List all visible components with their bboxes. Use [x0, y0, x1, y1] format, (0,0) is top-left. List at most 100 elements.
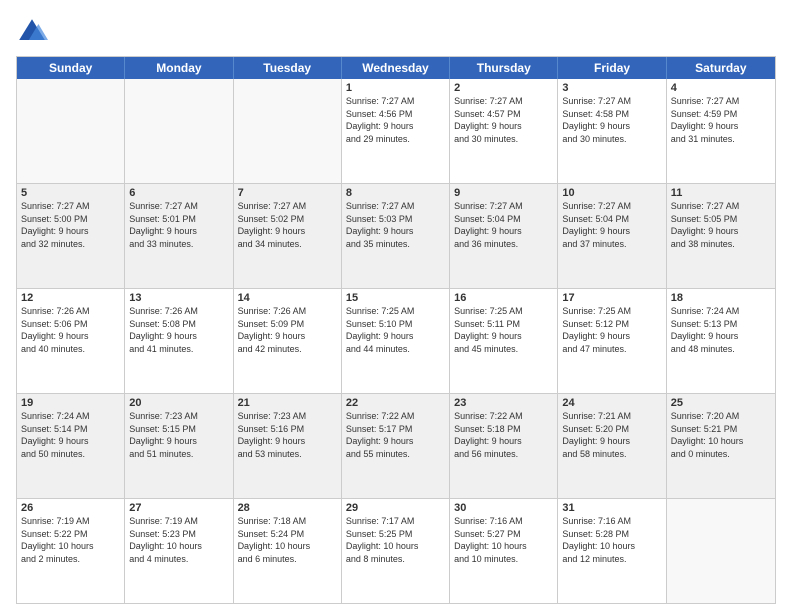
- calendar-cell: 3Sunrise: 7:27 AMSunset: 4:58 PMDaylight…: [558, 79, 666, 183]
- day-number: 7: [238, 187, 337, 199]
- cell-info: Sunrise: 7:23 AMSunset: 5:15 PMDaylight:…: [129, 410, 228, 460]
- calendar-row: 1Sunrise: 7:27 AMSunset: 4:56 PMDaylight…: [17, 79, 775, 183]
- cell-info: Sunrise: 7:27 AMSunset: 4:57 PMDaylight:…: [454, 95, 553, 145]
- cell-info: Sunrise: 7:26 AMSunset: 5:09 PMDaylight:…: [238, 305, 337, 355]
- calendar-cell: 22Sunrise: 7:22 AMSunset: 5:17 PMDayligh…: [342, 394, 450, 498]
- calendar-cell: 20Sunrise: 7:23 AMSunset: 5:15 PMDayligh…: [125, 394, 233, 498]
- cell-info: Sunrise: 7:25 AMSunset: 5:11 PMDaylight:…: [454, 305, 553, 355]
- calendar-cell: 19Sunrise: 7:24 AMSunset: 5:14 PMDayligh…: [17, 394, 125, 498]
- cell-info: Sunrise: 7:27 AMSunset: 5:01 PMDaylight:…: [129, 200, 228, 250]
- cell-info: Sunrise: 7:27 AMSunset: 4:56 PMDaylight:…: [346, 95, 445, 145]
- calendar-cell: 4Sunrise: 7:27 AMSunset: 4:59 PMDaylight…: [667, 79, 775, 183]
- day-number: 10: [562, 187, 661, 199]
- calendar-row: 19Sunrise: 7:24 AMSunset: 5:14 PMDayligh…: [17, 393, 775, 498]
- cell-info: Sunrise: 7:25 AMSunset: 5:12 PMDaylight:…: [562, 305, 661, 355]
- calendar-row: 5Sunrise: 7:27 AMSunset: 5:00 PMDaylight…: [17, 183, 775, 288]
- calendar-row: 26Sunrise: 7:19 AMSunset: 5:22 PMDayligh…: [17, 498, 775, 603]
- calendar-cell: 15Sunrise: 7:25 AMSunset: 5:10 PMDayligh…: [342, 289, 450, 393]
- calendar-cell: 9Sunrise: 7:27 AMSunset: 5:04 PMDaylight…: [450, 184, 558, 288]
- day-number: 26: [21, 502, 120, 514]
- day-number: 9: [454, 187, 553, 199]
- day-number: 5: [21, 187, 120, 199]
- cell-info: Sunrise: 7:18 AMSunset: 5:24 PMDaylight:…: [238, 515, 337, 565]
- cell-info: Sunrise: 7:22 AMSunset: 5:17 PMDaylight:…: [346, 410, 445, 460]
- calendar-cell: 21Sunrise: 7:23 AMSunset: 5:16 PMDayligh…: [234, 394, 342, 498]
- cell-info: Sunrise: 7:16 AMSunset: 5:27 PMDaylight:…: [454, 515, 553, 565]
- day-number: 3: [562, 82, 661, 94]
- day-number: 16: [454, 292, 553, 304]
- calendar-cell: [17, 79, 125, 183]
- logo: [16, 16, 52, 48]
- cell-info: Sunrise: 7:27 AMSunset: 4:58 PMDaylight:…: [562, 95, 661, 145]
- cell-info: Sunrise: 7:26 AMSunset: 5:08 PMDaylight:…: [129, 305, 228, 355]
- day-number: 17: [562, 292, 661, 304]
- day-number: 13: [129, 292, 228, 304]
- cell-info: Sunrise: 7:21 AMSunset: 5:20 PMDaylight:…: [562, 410, 661, 460]
- day-number: 8: [346, 187, 445, 199]
- cell-info: Sunrise: 7:19 AMSunset: 5:22 PMDaylight:…: [21, 515, 120, 565]
- day-number: 19: [21, 397, 120, 409]
- cell-info: Sunrise: 7:27 AMSunset: 5:04 PMDaylight:…: [454, 200, 553, 250]
- page-container: SundayMondayTuesdayWednesdayThursdayFrid…: [0, 0, 792, 612]
- calendar-cell: 18Sunrise: 7:24 AMSunset: 5:13 PMDayligh…: [667, 289, 775, 393]
- calendar-cell: 10Sunrise: 7:27 AMSunset: 5:04 PMDayligh…: [558, 184, 666, 288]
- cell-info: Sunrise: 7:22 AMSunset: 5:18 PMDaylight:…: [454, 410, 553, 460]
- day-number: 29: [346, 502, 445, 514]
- cell-info: Sunrise: 7:27 AMSunset: 5:05 PMDaylight:…: [671, 200, 771, 250]
- weekday-header: Thursday: [450, 57, 558, 79]
- calendar-header: SundayMondayTuesdayWednesdayThursdayFrid…: [17, 57, 775, 79]
- calendar-cell: 2Sunrise: 7:27 AMSunset: 4:57 PMDaylight…: [450, 79, 558, 183]
- day-number: 20: [129, 397, 228, 409]
- cell-info: Sunrise: 7:24 AMSunset: 5:13 PMDaylight:…: [671, 305, 771, 355]
- day-number: 12: [21, 292, 120, 304]
- logo-icon: [16, 16, 48, 48]
- calendar-cell: 26Sunrise: 7:19 AMSunset: 5:22 PMDayligh…: [17, 499, 125, 603]
- page-header: [16, 16, 776, 48]
- day-number: 23: [454, 397, 553, 409]
- weekday-header: Tuesday: [234, 57, 342, 79]
- calendar-cell: 24Sunrise: 7:21 AMSunset: 5:20 PMDayligh…: [558, 394, 666, 498]
- calendar-row: 12Sunrise: 7:26 AMSunset: 5:06 PMDayligh…: [17, 288, 775, 393]
- calendar-cell: 13Sunrise: 7:26 AMSunset: 5:08 PMDayligh…: [125, 289, 233, 393]
- day-number: 18: [671, 292, 771, 304]
- day-number: 22: [346, 397, 445, 409]
- day-number: 15: [346, 292, 445, 304]
- day-number: 27: [129, 502, 228, 514]
- day-number: 4: [671, 82, 771, 94]
- cell-info: Sunrise: 7:27 AMSunset: 5:00 PMDaylight:…: [21, 200, 120, 250]
- day-number: 14: [238, 292, 337, 304]
- cell-info: Sunrise: 7:27 AMSunset: 5:02 PMDaylight:…: [238, 200, 337, 250]
- calendar: SundayMondayTuesdayWednesdayThursdayFrid…: [16, 56, 776, 604]
- day-number: 11: [671, 187, 771, 199]
- weekday-header: Saturday: [667, 57, 775, 79]
- day-number: 31: [562, 502, 661, 514]
- calendar-body: 1Sunrise: 7:27 AMSunset: 4:56 PMDaylight…: [17, 79, 775, 603]
- calendar-cell: 11Sunrise: 7:27 AMSunset: 5:05 PMDayligh…: [667, 184, 775, 288]
- weekday-header: Sunday: [17, 57, 125, 79]
- cell-info: Sunrise: 7:16 AMSunset: 5:28 PMDaylight:…: [562, 515, 661, 565]
- calendar-cell: 12Sunrise: 7:26 AMSunset: 5:06 PMDayligh…: [17, 289, 125, 393]
- calendar-cell: [234, 79, 342, 183]
- cell-info: Sunrise: 7:20 AMSunset: 5:21 PMDaylight:…: [671, 410, 771, 460]
- day-number: 21: [238, 397, 337, 409]
- cell-info: Sunrise: 7:25 AMSunset: 5:10 PMDaylight:…: [346, 305, 445, 355]
- calendar-cell: 25Sunrise: 7:20 AMSunset: 5:21 PMDayligh…: [667, 394, 775, 498]
- day-number: 6: [129, 187, 228, 199]
- calendar-cell: 27Sunrise: 7:19 AMSunset: 5:23 PMDayligh…: [125, 499, 233, 603]
- calendar-cell: 23Sunrise: 7:22 AMSunset: 5:18 PMDayligh…: [450, 394, 558, 498]
- day-number: 28: [238, 502, 337, 514]
- calendar-cell: 5Sunrise: 7:27 AMSunset: 5:00 PMDaylight…: [17, 184, 125, 288]
- day-number: 2: [454, 82, 553, 94]
- calendar-cell: 29Sunrise: 7:17 AMSunset: 5:25 PMDayligh…: [342, 499, 450, 603]
- calendar-cell: 8Sunrise: 7:27 AMSunset: 5:03 PMDaylight…: [342, 184, 450, 288]
- calendar-cell: 16Sunrise: 7:25 AMSunset: 5:11 PMDayligh…: [450, 289, 558, 393]
- cell-info: Sunrise: 7:27 AMSunset: 5:04 PMDaylight:…: [562, 200, 661, 250]
- day-number: 25: [671, 397, 771, 409]
- calendar-cell: 17Sunrise: 7:25 AMSunset: 5:12 PMDayligh…: [558, 289, 666, 393]
- day-number: 30: [454, 502, 553, 514]
- cell-info: Sunrise: 7:17 AMSunset: 5:25 PMDaylight:…: [346, 515, 445, 565]
- calendar-cell: 1Sunrise: 7:27 AMSunset: 4:56 PMDaylight…: [342, 79, 450, 183]
- day-number: 1: [346, 82, 445, 94]
- calendar-cell: 28Sunrise: 7:18 AMSunset: 5:24 PMDayligh…: [234, 499, 342, 603]
- cell-info: Sunrise: 7:27 AMSunset: 4:59 PMDaylight:…: [671, 95, 771, 145]
